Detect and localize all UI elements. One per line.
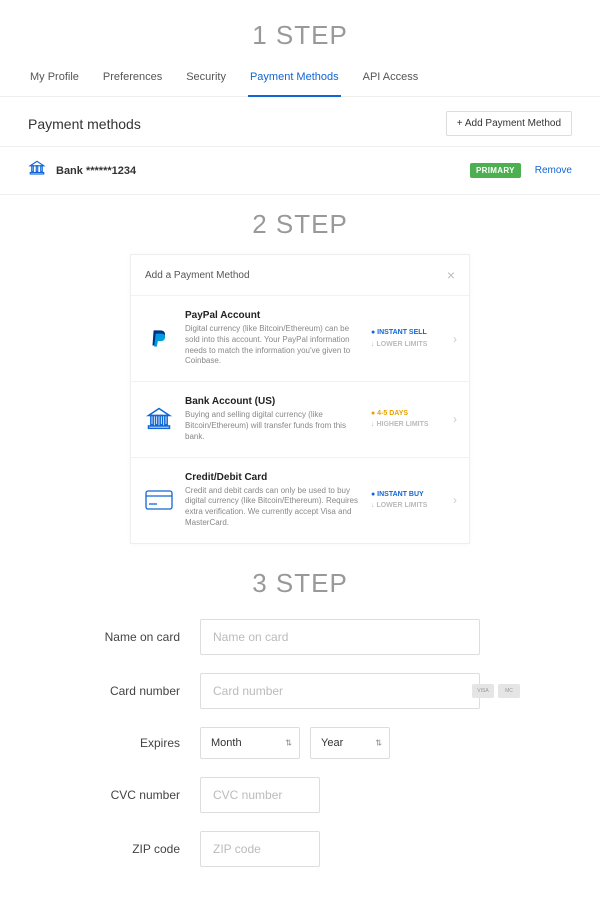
option-description: Digital currency (like Bitcoin/Ethereum)…	[185, 324, 361, 367]
card-icon	[143, 490, 175, 510]
zip-input[interactable]	[200, 831, 320, 867]
zip-label: ZIP code	[70, 842, 200, 856]
card-number-label: Card number	[70, 684, 200, 698]
payment-option-bank[interactable]: Bank Account (US) Buying and selling digi…	[131, 381, 469, 456]
chevron-right-icon: ›	[453, 412, 457, 426]
close-icon[interactable]: ×	[447, 267, 455, 283]
card-form: Name on card Card number VISA MC Expires…	[70, 619, 530, 867]
card-number-input[interactable]	[200, 673, 480, 709]
accepted-cards-icon: VISA MC	[472, 684, 520, 698]
name-on-card-input[interactable]	[200, 619, 480, 655]
tab-security[interactable]: Security	[184, 61, 228, 96]
payment-option-paypal[interactable]: PayPal Account Digital currency (like Bit…	[131, 295, 469, 381]
settings-tabs: My Profile Preferences Security Payment Met…	[0, 61, 600, 97]
expiry-month-select[interactable]: Month	[200, 727, 300, 759]
remove-link[interactable]: Remove	[535, 165, 572, 176]
option-description: Buying and selling digital currency (lik…	[185, 410, 361, 442]
payment-method-name: Bank ******1234	[56, 165, 136, 177]
paypal-icon	[143, 326, 175, 352]
expiry-year-select[interactable]: Year	[310, 727, 390, 759]
add-payment-method-modal: Add a Payment Method × PayPal Account Dig…	[130, 254, 470, 544]
tab-api-access[interactable]: API Access	[361, 61, 421, 96]
bank-icon	[143, 405, 175, 433]
cvc-input[interactable]	[200, 777, 320, 813]
option-title: Credit/Debit Card	[185, 472, 361, 483]
chevron-right-icon: ›	[453, 332, 457, 346]
tab-payment-methods[interactable]: Payment Methods	[248, 61, 341, 97]
payment-method-row: Bank ******1234 PRIMARY Remove	[0, 146, 600, 195]
option-title: Bank Account (US)	[185, 396, 361, 407]
option-tags: ● INSTANT BUY↓ LOWER LIMITS	[371, 489, 443, 511]
name-on-card-label: Name on card	[70, 630, 200, 644]
payment-methods-title: Payment methods	[28, 116, 141, 132]
expires-label: Expires	[70, 736, 200, 750]
option-tags: ● INSTANT SELL↓ LOWER LIMITS	[371, 327, 443, 349]
tab-my-profile[interactable]: My Profile	[28, 61, 81, 96]
chevron-right-icon: ›	[453, 493, 457, 507]
option-title: PayPal Account	[185, 310, 361, 321]
tab-preferences[interactable]: Preferences	[101, 61, 164, 96]
option-tags: ● 4-5 DAYS↓ HIGHER LIMITS	[371, 408, 443, 430]
step-1-heading: 1 STEP	[0, 20, 600, 51]
payment-option-card[interactable]: Credit/Debit Card Credit and debit cards …	[131, 457, 469, 543]
step-2-heading: 2 STEP	[0, 209, 600, 240]
primary-badge: PRIMARY	[470, 163, 521, 178]
cvc-label: CVC number	[70, 788, 200, 802]
modal-title: Add a Payment Method	[145, 270, 250, 281]
bank-icon	[28, 159, 46, 182]
option-description: Credit and debit cards can only be used …	[185, 486, 361, 529]
add-payment-method-button[interactable]: + Add Payment Method	[446, 111, 572, 136]
step-3-heading: 3 STEP	[0, 568, 600, 599]
